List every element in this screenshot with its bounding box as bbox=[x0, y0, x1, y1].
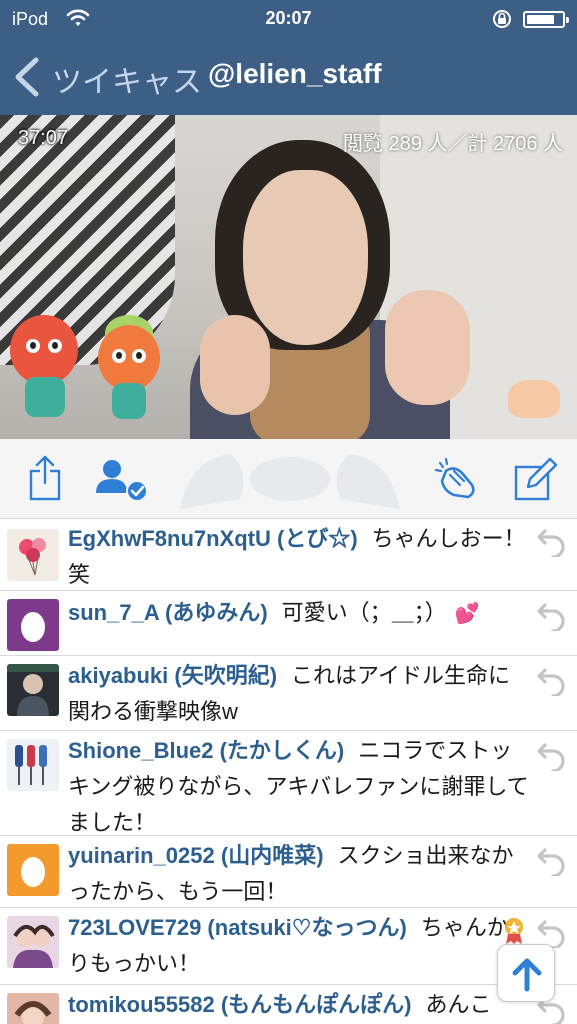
egg-avatar-orange[interactable] bbox=[7, 844, 59, 896]
heart-sticker-icon: 💕 bbox=[454, 603, 480, 625]
list-item: Shione_Blue2 (たかしくん) ニコラでストッキング被りながら、アキバレ… bbox=[0, 731, 577, 836]
egg-avatar-purple[interactable] bbox=[7, 599, 59, 651]
comment-username[interactable]: yuinarin_0252 (山内唯菜) bbox=[68, 843, 324, 868]
clap-button[interactable] bbox=[432, 453, 482, 503]
comment-username[interactable]: sun_7_A (あゆみん) bbox=[68, 600, 268, 625]
photo-avatar-3[interactable] bbox=[7, 993, 59, 1024]
reply-button[interactable] bbox=[535, 662, 569, 698]
comment-username[interactable]: akiyabuki (矢吹明紀) bbox=[68, 663, 277, 688]
list-item: tomikou55582 (もんもんぽんぽん) あんこ bbox=[0, 985, 577, 1024]
list-item: akiyabuki (矢吹明紀) これはアイドル生命に関わる衝撃映像w bbox=[0, 656, 577, 731]
follow-user-icon bbox=[96, 460, 148, 502]
nav-bar: ツイキャス @lelien_staff bbox=[0, 40, 577, 112]
video-hand-left bbox=[200, 315, 270, 415]
clap-icon bbox=[434, 457, 475, 499]
list-item: EgXhwF8nu7nXqtU (とび☆) ちゃんしおー！笑 bbox=[0, 519, 577, 591]
comment-username[interactable]: EgXhwF8nu7nXqtU (とび☆) bbox=[68, 526, 358, 551]
follow-button[interactable] bbox=[92, 453, 152, 503]
battery-icon bbox=[523, 11, 569, 28]
photo-avatar[interactable] bbox=[7, 664, 59, 716]
comment-username[interactable]: tomikou55582 (もんもんぽんぽん) bbox=[68, 992, 412, 1017]
mascot-orange-body bbox=[112, 383, 146, 419]
elapsed-time: 37:07 bbox=[18, 127, 69, 149]
comment-text: 可愛い（；＿；） bbox=[281, 600, 447, 625]
reply-button[interactable] bbox=[535, 523, 569, 559]
photo-avatar-2[interactable] bbox=[7, 916, 59, 968]
comment-username[interactable]: 723LOVE729 (natsuki♡なっつん) bbox=[68, 915, 407, 940]
top-bar: iPod 20:07 ツイキャス @lelien_staff bbox=[0, 0, 577, 115]
brushes-avatar[interactable] bbox=[7, 739, 59, 791]
reply-button[interactable] bbox=[535, 842, 569, 878]
reply-arrow-icon bbox=[537, 848, 565, 878]
reply-arrow-icon bbox=[537, 529, 565, 559]
comment-list[interactable]: EgXhwF8nu7nXqtU (とび☆) ちゃんしおー！笑 sun_7_A (あ… bbox=[0, 519, 577, 1024]
page-title: @lelien_staff bbox=[208, 58, 382, 89]
action-toolbar bbox=[0, 439, 577, 519]
mascot-red bbox=[10, 315, 78, 385]
reply-arrow-icon bbox=[537, 743, 565, 773]
reply-button[interactable] bbox=[535, 737, 569, 773]
reply-arrow-icon bbox=[537, 920, 565, 950]
share-button[interactable] bbox=[22, 453, 72, 503]
mascot-red-body bbox=[25, 377, 65, 417]
reply-arrow-icon bbox=[537, 668, 565, 698]
reply-button[interactable] bbox=[535, 597, 569, 633]
scroll-to-top-button[interactable] bbox=[497, 944, 555, 1002]
reply-arrow-icon bbox=[537, 603, 565, 633]
comment-username[interactable]: Shione_Blue2 (たかしくん) bbox=[68, 738, 344, 763]
mascot-orange bbox=[98, 325, 160, 391]
video-person-face bbox=[243, 170, 368, 345]
back-chevron-icon[interactable] bbox=[12, 56, 42, 103]
rotation-lock-icon bbox=[491, 8, 513, 35]
bear-sticker bbox=[508, 380, 560, 418]
compose-button[interactable] bbox=[510, 453, 560, 503]
comment-text: あんこ bbox=[425, 992, 492, 1017]
list-item: yuinarin_0252 (山内唯菜) スクショ出来なかったから、もう一回！ bbox=[0, 836, 577, 908]
reply-button[interactable] bbox=[535, 914, 569, 950]
video-hand-right bbox=[385, 290, 470, 405]
live-video[interactable]: 37:07 閲覧 289 人／計 2706 人 bbox=[0, 115, 577, 439]
arrow-up-icon bbox=[512, 958, 542, 992]
list-item: sun_7_A (あゆみん) 可愛い（；＿；） 💕 bbox=[0, 591, 577, 656]
status-bar: iPod 20:07 bbox=[0, 0, 577, 38]
viewer-count: 閲覧 289 人／計 2706 人 bbox=[342, 133, 563, 155]
list-item: 723LOVE729 (natsuki♡なっつん) ちゃんかりもっかい！ bbox=[0, 908, 577, 985]
hands-watermark-icon bbox=[180, 454, 400, 509]
balloons-avatar[interactable] bbox=[7, 529, 59, 581]
back-button[interactable]: ツイキャス bbox=[52, 57, 202, 101]
share-icon bbox=[29, 455, 61, 501]
compose-icon bbox=[514, 457, 558, 501]
